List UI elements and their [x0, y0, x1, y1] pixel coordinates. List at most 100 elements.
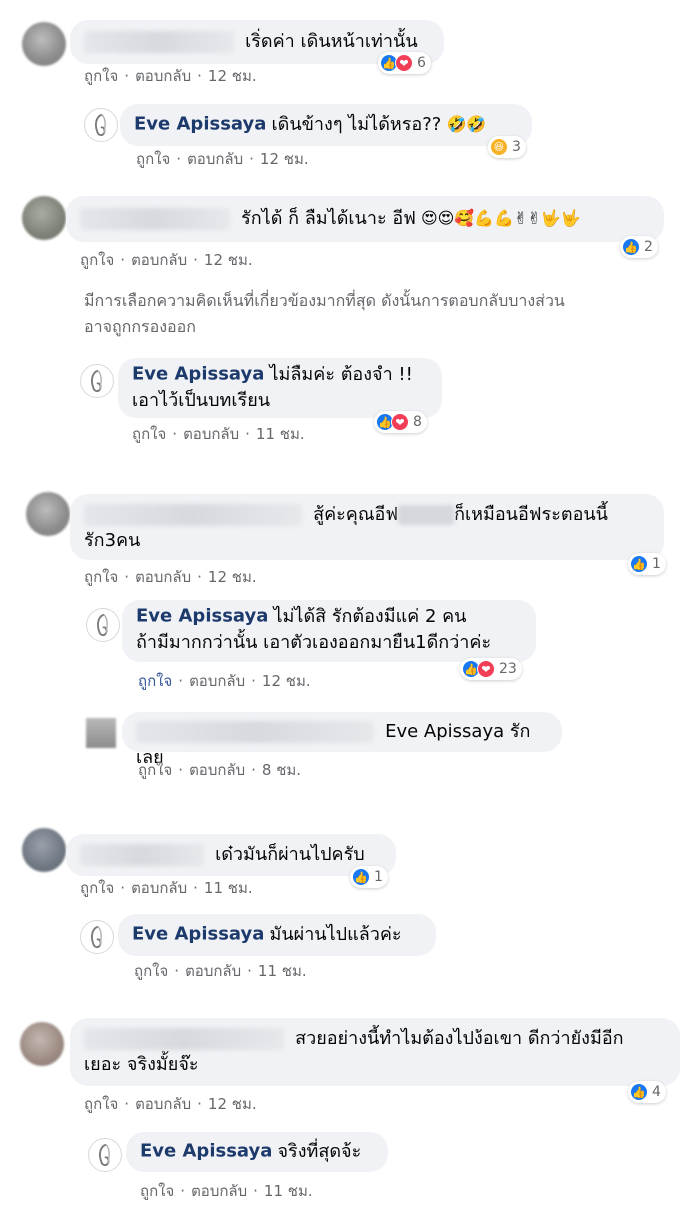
reply-link[interactable]: ตอบกลับ: [183, 425, 239, 443]
reaction-count: 23: [499, 661, 517, 677]
timestamp[interactable]: 11 ชม.: [264, 1182, 313, 1200]
like-link[interactable]: ถูกใจ: [80, 879, 114, 897]
commenter-avatar[interactable]: [86, 718, 116, 748]
comment-actions: ถูกใจ · ตอบกลับ · 12 ชม.: [84, 568, 257, 586]
blurred-commenter-name[interactable]: [84, 31, 234, 53]
reply-bubble: Eve Apissaya ไม่ลืมค่ะ ต้องจำ !! เอาไว้เ…: [118, 358, 442, 418]
reaction-summary[interactable]: 👍 1: [628, 553, 666, 575]
commenter-avatar[interactable]: [26, 492, 70, 536]
reaction-count: 1: [374, 869, 383, 885]
reaction-summary[interactable]: 👍 ❤ 6: [378, 52, 431, 74]
eve-avatar[interactable]: [86, 608, 120, 642]
blurred-commenter-name[interactable]: [84, 1028, 284, 1050]
comment-actions: ถูกใจ · ตอบกลับ · 12 ชม.: [84, 67, 257, 85]
like-reaction-icon: 👍: [630, 555, 648, 573]
commenter-avatar[interactable]: [22, 22, 66, 66]
reply-text: เดินข้างๆ ไม่ได้หรอ??: [271, 114, 442, 135]
commenter-avatar[interactable]: [22, 828, 66, 872]
like-link[interactable]: ถูกใจ: [84, 1095, 118, 1113]
timestamp[interactable]: 11 ชม.: [204, 879, 253, 897]
reply-link[interactable]: ตอบกลับ: [135, 568, 191, 586]
comment-text: สู้ค่ะคุณอีฟ: [313, 504, 399, 525]
like-link[interactable]: ถูกใจ: [138, 672, 172, 690]
reply-author[interactable]: Eve Apissaya: [132, 364, 264, 385]
like-link[interactable]: ถูกใจ: [132, 425, 166, 443]
love-reaction-icon: ❤: [395, 54, 413, 72]
comment-bubble: สู้ค่ะคุณอีฟ ก็เหมือนอีฟระตอนนี้ รัก3คน: [70, 494, 664, 560]
comment-text: สวยอย่างนี้ทำไมต้องไปง้อเขา ดีกว่ายังมีอ…: [295, 1028, 624, 1049]
comment-bubble: รักได้ ก็ ลืมได้เนาะ อีฟ 😍😍🥰💪💪✌✌🤟🤟: [66, 196, 664, 242]
reaction-summary[interactable]: 👍 2: [620, 236, 658, 258]
like-link[interactable]: ถูกใจ: [80, 251, 114, 269]
like-link[interactable]: ถูกใจ: [140, 1182, 174, 1200]
reply-text: มันผ่านไปแล้วค่ะ: [269, 924, 402, 945]
timestamp[interactable]: 11 ชม.: [258, 962, 307, 980]
reply-link[interactable]: ตอบกลับ: [135, 67, 191, 85]
eve-avatar[interactable]: [84, 108, 118, 142]
reply-link[interactable]: ตอบกลับ: [189, 672, 245, 690]
like-link[interactable]: ถูกใจ: [136, 150, 170, 168]
reaction-summary[interactable]: 👍 ❤ 23: [460, 658, 522, 680]
eve-avatar[interactable]: [88, 1138, 122, 1172]
reaction-summary[interactable]: 😆 3: [488, 136, 526, 158]
reply-link[interactable]: ตอบกลับ: [135, 1095, 191, 1113]
reply-bubble: Eve Apissaya มันผ่านไปแล้วค่ะ: [118, 914, 436, 956]
haha-reaction-icon: 😆: [490, 138, 508, 156]
love-reaction-icon: ❤: [391, 413, 409, 431]
reply-actions: ถูกใจ · ตอบกลับ · 11 ชม.: [140, 1182, 313, 1200]
reply-actions: ถูกใจ · ตอบกลับ · 11 ชม.: [132, 425, 305, 443]
reply-actions: ถูกใจ · ตอบกลับ · 12 ชม.: [136, 150, 309, 168]
reply-link[interactable]: ตอบกลับ: [131, 251, 187, 269]
reply-actions: ถูกใจ · ตอบกลับ · 11 ชม.: [134, 962, 307, 980]
timestamp[interactable]: 12 ชม.: [208, 568, 257, 586]
blurred-commenter-name[interactable]: [80, 208, 230, 230]
reply-text: ไม่ลืมค่ะ ต้องจำ !!: [269, 364, 413, 385]
comment-text: รักได้ ก็ ลืมได้เนาะ อีฟ: [241, 208, 416, 229]
reply-author[interactable]: Eve Apissaya: [134, 114, 266, 135]
reply-bubble: Eve Apissaya ไม่ได้สิ รักต้องมีแค่ 2 คน …: [122, 600, 536, 662]
blurred-text: [398, 505, 455, 525]
timestamp[interactable]: 12 ชม.: [208, 1095, 257, 1113]
eve-avatar[interactable]: [80, 364, 114, 398]
reply-actions: ถูกใจ · ตอบกลับ · 8 ชม.: [138, 761, 302, 779]
reply-author[interactable]: Eve Apissaya: [136, 606, 268, 627]
like-link[interactable]: ถูกใจ: [84, 67, 118, 85]
blurred-commenter-name[interactable]: [84, 504, 302, 526]
timestamp[interactable]: 12 ชม.: [260, 150, 309, 168]
reaction-count: 8: [413, 414, 422, 430]
reply-actions: ถูกใจ · ตอบกลับ · 12 ชม.: [138, 672, 311, 690]
timestamp[interactable]: 12 ชม.: [208, 67, 257, 85]
timestamp[interactable]: 12 ชม.: [204, 251, 253, 269]
comment-emoji: 😍😍🥰💪💪✌✌🤟🤟: [420, 208, 581, 228]
reply-author[interactable]: Eve Apissaya: [140, 1141, 272, 1162]
timestamp[interactable]: 8 ชม.: [262, 761, 301, 779]
reaction-summary[interactable]: 👍 4: [628, 1081, 666, 1103]
reply-bubble: Eve Apissaya เดินข้างๆ ไม่ได้หรอ?? 🤣🤣: [120, 104, 532, 146]
blurred-commenter-name[interactable]: [136, 721, 374, 743]
eve-avatar[interactable]: [80, 920, 114, 954]
like-link[interactable]: ถูกใจ: [134, 962, 168, 980]
commenter-avatar[interactable]: [22, 196, 66, 240]
like-link[interactable]: ถูกใจ: [138, 761, 172, 779]
reply-link[interactable]: ตอบกลับ: [131, 879, 187, 897]
reply-link[interactable]: ตอบกลับ: [191, 1182, 247, 1200]
reply-text: จริงที่สุดจ้ะ: [277, 1141, 362, 1162]
like-reaction-icon: 👍: [352, 868, 370, 886]
reply-link[interactable]: ตอบกลับ: [189, 761, 245, 779]
reaction-summary[interactable]: 👍 ❤ 8: [374, 411, 427, 433]
comment-text: เด๋วมันก็ผ่านไปครับ: [215, 844, 365, 865]
reply-author[interactable]: Eve Apissaya: [132, 924, 264, 945]
reaction-summary[interactable]: 👍 1: [350, 866, 388, 888]
like-reaction-icon: 👍: [630, 1083, 648, 1101]
reaction-count: 1: [652, 556, 661, 572]
blurred-commenter-name[interactable]: [80, 844, 204, 866]
reaction-count: 6: [417, 55, 426, 71]
reply-link[interactable]: ตอบกลับ: [187, 150, 243, 168]
commenter-avatar[interactable]: [20, 1022, 64, 1066]
timestamp[interactable]: 11 ชม.: [256, 425, 305, 443]
comment-text: เริ่ดค่า เดินหน้าเท่านั้น: [245, 31, 418, 52]
timestamp[interactable]: 12 ชม.: [262, 672, 311, 690]
like-link[interactable]: ถูกใจ: [84, 568, 118, 586]
reply-link[interactable]: ตอบกลับ: [185, 962, 241, 980]
reply-bubble: Eve Apissaya จริงที่สุดจ้ะ: [126, 1132, 388, 1172]
